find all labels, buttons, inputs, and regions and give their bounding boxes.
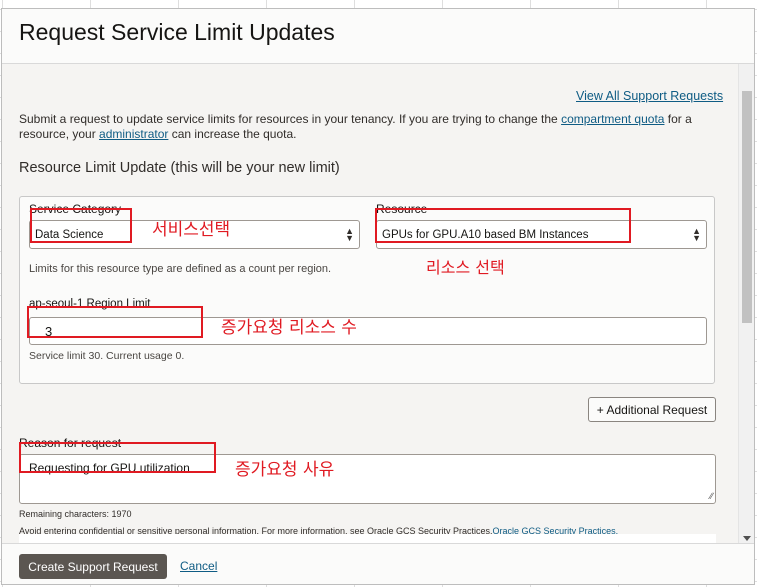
administrator-link[interactable]: administrator [99, 127, 168, 141]
annotation-increase-reason: 증가요청 사유 [235, 460, 335, 480]
scroll-down-arrow-icon[interactable] [743, 536, 751, 541]
annotation-box-resource [375, 208, 631, 243]
intro-text: Submit a request to update service limit… [19, 112, 699, 142]
resize-handle-icon[interactable]: ∕∕ [710, 492, 713, 501]
annotation-box-region-limit [27, 306, 203, 338]
dialog-footer: Create Support Request Cancel [2, 543, 754, 584]
remaining-characters: Remaining characters: 1970 [19, 509, 132, 519]
create-support-request-button[interactable]: Create Support Request [19, 554, 167, 579]
service-limit-dialog: Request Service Limit Updates View All S… [1, 8, 755, 585]
service-limit-help-text: Service limit 30. Current usage 0. [29, 350, 185, 362]
scrollbar-thumb[interactable] [742, 91, 752, 323]
annotation-box-service [30, 208, 132, 243]
dialog-title: Request Service Limit Updates [19, 19, 335, 45]
dialog-header: Request Service Limit Updates [2, 9, 754, 64]
cancel-link[interactable]: Cancel [180, 559, 217, 573]
intro-text-part-3: can increase the quota. [168, 127, 297, 141]
view-all-support-requests-link[interactable]: View All Support Requests [576, 89, 723, 103]
additional-request-button[interactable]: + Additional Request [588, 397, 716, 422]
annotation-increase-count: 증가요청 리소스 수 [221, 318, 357, 338]
annotation-box-reason [19, 442, 216, 473]
annotation-resource-select: 리소스 선택 [426, 258, 505, 277]
select-caret-icon: ▲ ▼ [692, 226, 701, 243]
limits-help-text: Limits for this resource type are define… [29, 263, 332, 275]
select-caret-icon: ▲ ▼ [345, 226, 354, 243]
next-field-partial [19, 534, 716, 543]
annotation-service-select: 서비스선택 [152, 220, 231, 240]
section-title: Resource Limit Update (this will be your… [19, 160, 340, 176]
intro-text-part-1: Submit a request to update service limit… [19, 112, 562, 126]
dialog-scrollbar[interactable] [738, 64, 754, 543]
compartment-quota-link[interactable]: compartment quota [561, 112, 664, 126]
